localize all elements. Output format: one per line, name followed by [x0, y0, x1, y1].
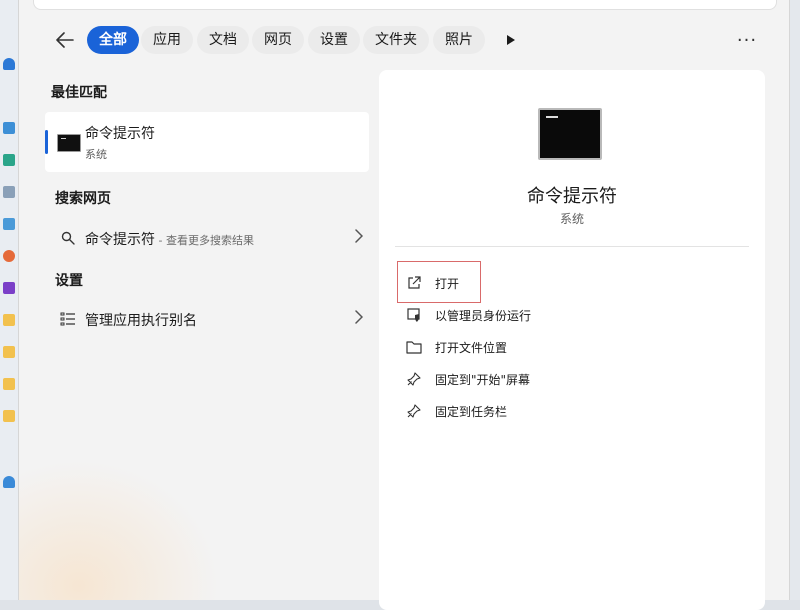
- selection-indicator: [45, 130, 48, 154]
- search-input[interactable]: [33, 0, 777, 10]
- search-window: 全部 应用 文档 网页 设置 文件夹 照片 ··· 最佳匹配 命令提示符 系统 …: [18, 0, 790, 610]
- arrow-left-icon: [56, 32, 74, 48]
- list-settings-icon: [59, 310, 77, 328]
- folder-icon[interactable]: [3, 378, 15, 390]
- play-triangle-icon: [507, 35, 515, 45]
- action-pin-to-start[interactable]: 固定到"开始"屏幕: [399, 365, 739, 393]
- filter-chip-documents[interactable]: 文档: [197, 26, 249, 54]
- web-search-hint: - 查看更多搜索结果: [155, 234, 254, 247]
- divider: [395, 246, 749, 247]
- action-open-label: 打开: [435, 277, 460, 291]
- action-run-as-admin[interactable]: 以管理员身份运行: [399, 301, 739, 329]
- document-icon[interactable]: [3, 186, 15, 198]
- web-search-heading: 搜索网页: [55, 191, 111, 207]
- detail-app-type: 系统: [559, 212, 584, 226]
- action-pin-to-taskbar[interactable]: 固定到任务栏: [399, 397, 739, 425]
- filter-chip-photos[interactable]: 照片: [433, 26, 485, 54]
- browser-icon[interactable]: [3, 250, 15, 262]
- cloud-icon[interactable]: [3, 58, 15, 70]
- filter-chip-folders[interactable]: 文件夹: [363, 26, 429, 54]
- video-icon[interactable]: [3, 282, 15, 294]
- folder-icon[interactable]: [3, 346, 15, 358]
- desktop-icon-strip: [0, 0, 18, 600]
- filter-chip-all[interactable]: 全部: [87, 26, 139, 54]
- filter-chip-settings[interactable]: 设置: [308, 26, 360, 54]
- action-open-file-location[interactable]: 打开文件位置: [399, 333, 739, 361]
- monitor-icon[interactable]: [3, 122, 15, 134]
- download-icon[interactable]: [3, 154, 15, 166]
- folder-icon: [405, 338, 423, 356]
- best-match-name: 命令提示符: [85, 126, 155, 142]
- action-pin-to-taskbar-label: 固定到任务栏: [435, 405, 508, 419]
- action-pin-to-start-label: 固定到"开始"屏幕: [435, 373, 531, 387]
- action-open[interactable]: 打开: [399, 269, 739, 297]
- filter-bar: 全部 应用 文档 网页 设置 文件夹 照片 ···: [19, 24, 789, 58]
- action-open-file-location-label: 打开文件位置: [435, 341, 508, 355]
- web-search-item[interactable]: 命令提示符 - 查看更多搜索结果: [45, 222, 369, 254]
- best-match-type: 系统: [85, 148, 107, 161]
- pin-icon: [405, 370, 423, 388]
- background-glow: [19, 460, 219, 600]
- action-run-as-admin-label: 以管理员身份运行: [435, 309, 532, 323]
- filter-chip-apps[interactable]: 应用: [141, 26, 193, 54]
- more-filters-button[interactable]: [501, 26, 521, 54]
- detail-app-name: 命令提示符: [527, 186, 617, 207]
- cloud-icon[interactable]: [3, 476, 15, 488]
- folder-icon[interactable]: [3, 410, 15, 422]
- command-prompt-icon: [57, 134, 81, 152]
- search-icon: [59, 229, 77, 247]
- back-button[interactable]: [51, 26, 79, 54]
- shield-icon: [405, 306, 423, 324]
- settings-item-app-aliases[interactable]: 管理应用执行别名: [45, 303, 369, 335]
- ellipsis-icon: ···: [736, 29, 758, 51]
- settings-heading: 设置: [55, 273, 83, 289]
- command-prompt-icon: [538, 108, 602, 160]
- web-search-query: 命令提示符: [85, 232, 155, 248]
- detail-panel: 命令提示符 系统 打开 以管理员身份运行 打开文件位置 固定到"开始"屏幕 固定…: [379, 70, 765, 610]
- open-external-icon: [405, 274, 423, 292]
- settings-item-label: 管理应用执行别名: [85, 313, 197, 329]
- best-match-item[interactable]: 命令提示符 系统: [45, 112, 369, 172]
- pin-icon: [405, 402, 423, 420]
- chevron-right-icon: [355, 228, 364, 247]
- filter-chip-web[interactable]: 网页: [252, 26, 304, 54]
- image-icon[interactable]: [3, 218, 15, 230]
- folder-icon[interactable]: [3, 314, 15, 326]
- best-match-heading: 最佳匹配: [51, 85, 107, 101]
- more-options-button[interactable]: ···: [733, 26, 761, 54]
- chevron-right-icon: [355, 309, 364, 328]
